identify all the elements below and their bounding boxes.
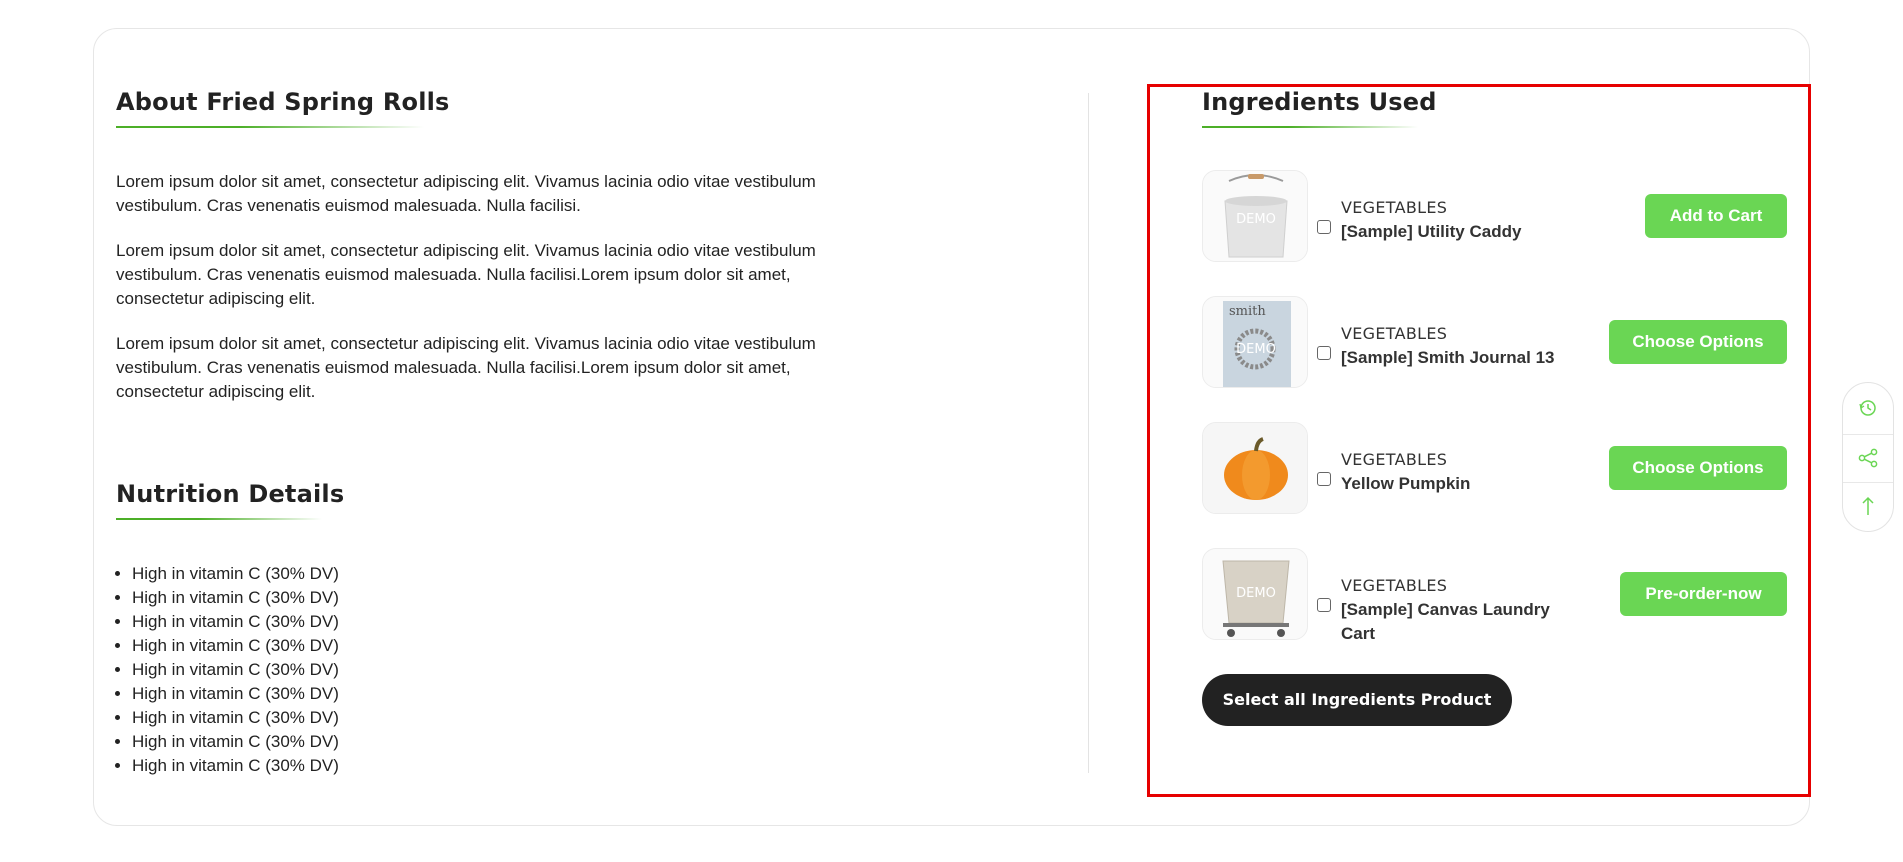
nutrition-title: Nutrition Details xyxy=(116,480,345,508)
nutrition-item: High in vitamin C (30% DV) xyxy=(132,754,616,778)
ingredient-item: DEMO VEGETABLES [Sample] Canvas Laundry … xyxy=(1202,548,1787,644)
arrow-up-icon[interactable] xyxy=(1843,484,1893,528)
nutrition-item: High in vitamin C (30% DV) xyxy=(132,706,616,730)
about-paragraph: Lorem ipsum dolor sit amet, consectetur … xyxy=(116,241,816,308)
nutrition-item: High in vitamin C (30% DV) xyxy=(132,586,616,610)
ingredients-title: Ingredients Used xyxy=(1202,88,1437,116)
about-paragraph: Lorem ipsum dolor sit amet, consectetur … xyxy=(116,172,816,215)
choose-options-button[interactable]: Choose Options xyxy=(1609,320,1787,364)
select-all-ingredients-button[interactable]: Select all Ingredients Product xyxy=(1202,674,1512,726)
add-to-cart-button[interactable]: Add to Cart xyxy=(1645,194,1787,238)
demo-watermark: DEMO xyxy=(1236,212,1276,227)
laundry-cart-image[interactable]: DEMO xyxy=(1202,548,1308,640)
bucket-image[interactable]: DEMO xyxy=(1202,170,1308,262)
pre-order-button[interactable]: Pre-order-now xyxy=(1620,572,1787,616)
ingredient-item: VEGETABLES Yellow Pumpkin Choose Options xyxy=(1202,422,1787,518)
ingredient-category: VEGETABLES xyxy=(1341,324,1448,343)
ingredient-checkbox[interactable] xyxy=(1317,346,1331,360)
about-title-underline xyxy=(116,126,424,128)
nutrition-item: High in vitamin C (30% DV) xyxy=(132,658,616,682)
side-toolbar xyxy=(1842,382,1894,532)
ingredient-name[interactable]: Yellow Pumpkin xyxy=(1341,472,1561,496)
ingredient-checkbox[interactable] xyxy=(1317,598,1331,612)
nutrition-section: Nutrition Details High in vitamin C (30%… xyxy=(116,480,616,778)
about-title: About Fried Spring Rolls xyxy=(116,88,450,116)
tool-divider xyxy=(1843,482,1893,483)
ingredients-header: Ingredients Used xyxy=(1202,88,1437,128)
nutrition-item: High in vitamin C (30% DV) xyxy=(132,562,616,586)
nutrition-item: High in vitamin C (30% DV) xyxy=(132,730,616,754)
ingredient-checkbox[interactable] xyxy=(1317,472,1331,486)
nutrition-item: High in vitamin C (30% DV) xyxy=(132,610,616,634)
ingredient-checkbox[interactable] xyxy=(1317,220,1331,234)
ingredient-name[interactable]: [Sample] Smith Journal 13 xyxy=(1341,346,1561,370)
demo-watermark: DEMO xyxy=(1236,342,1276,357)
ingredient-category: VEGETABLES xyxy=(1341,450,1448,469)
about-section: About Fried Spring Rolls Lorem ipsum dol… xyxy=(116,88,836,425)
nutrition-item: High in vitamin C (30% DV) xyxy=(132,634,616,658)
ingredient-name[interactable]: [Sample] Utility Caddy xyxy=(1341,220,1561,244)
ingredients-title-underline xyxy=(1202,126,1418,128)
ingredient-name[interactable]: [Sample] Canvas Laundry Cart xyxy=(1341,598,1561,646)
ingredient-category: VEGETABLES xyxy=(1341,576,1448,595)
choose-options-button[interactable]: Choose Options xyxy=(1609,446,1787,490)
demo-watermark: DEMO xyxy=(1236,586,1276,601)
nutrition-list: High in vitamin C (30% DV) High in vitam… xyxy=(116,562,616,778)
share-icon[interactable] xyxy=(1843,436,1893,480)
nutrition-item: High in vitamin C (30% DV) xyxy=(132,682,616,706)
nutrition-title-underline xyxy=(116,518,322,520)
journal-image[interactable]: smith DEMO xyxy=(1202,296,1308,388)
about-paragraph: Lorem ipsum dolor sit amet, consectetur … xyxy=(116,334,816,401)
ingredient-item: smith DEMO VEGETABLES [Sample] Smith Jou… xyxy=(1202,296,1787,392)
history-icon[interactable] xyxy=(1843,386,1893,430)
ingredient-category: VEGETABLES xyxy=(1341,198,1448,217)
tool-divider xyxy=(1843,434,1893,435)
column-divider xyxy=(1088,93,1089,773)
ingredient-item: DEMO VEGETABLES [Sample] Utility Caddy A… xyxy=(1202,170,1787,266)
pumpkin-image[interactable] xyxy=(1202,422,1308,514)
journal-cover-text: smith xyxy=(1229,304,1266,319)
